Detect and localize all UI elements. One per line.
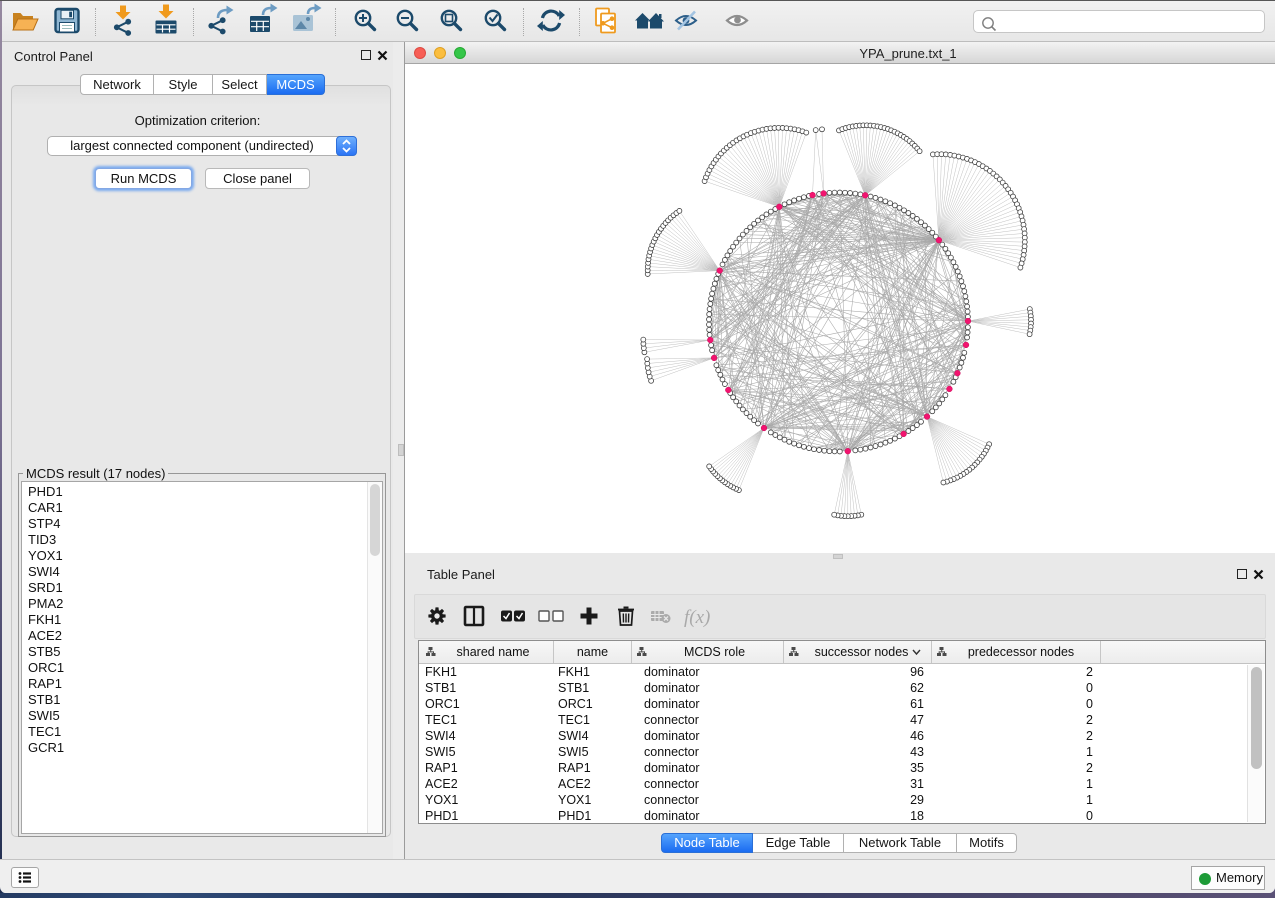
svg-text:f(x): f(x) [684, 607, 710, 628]
